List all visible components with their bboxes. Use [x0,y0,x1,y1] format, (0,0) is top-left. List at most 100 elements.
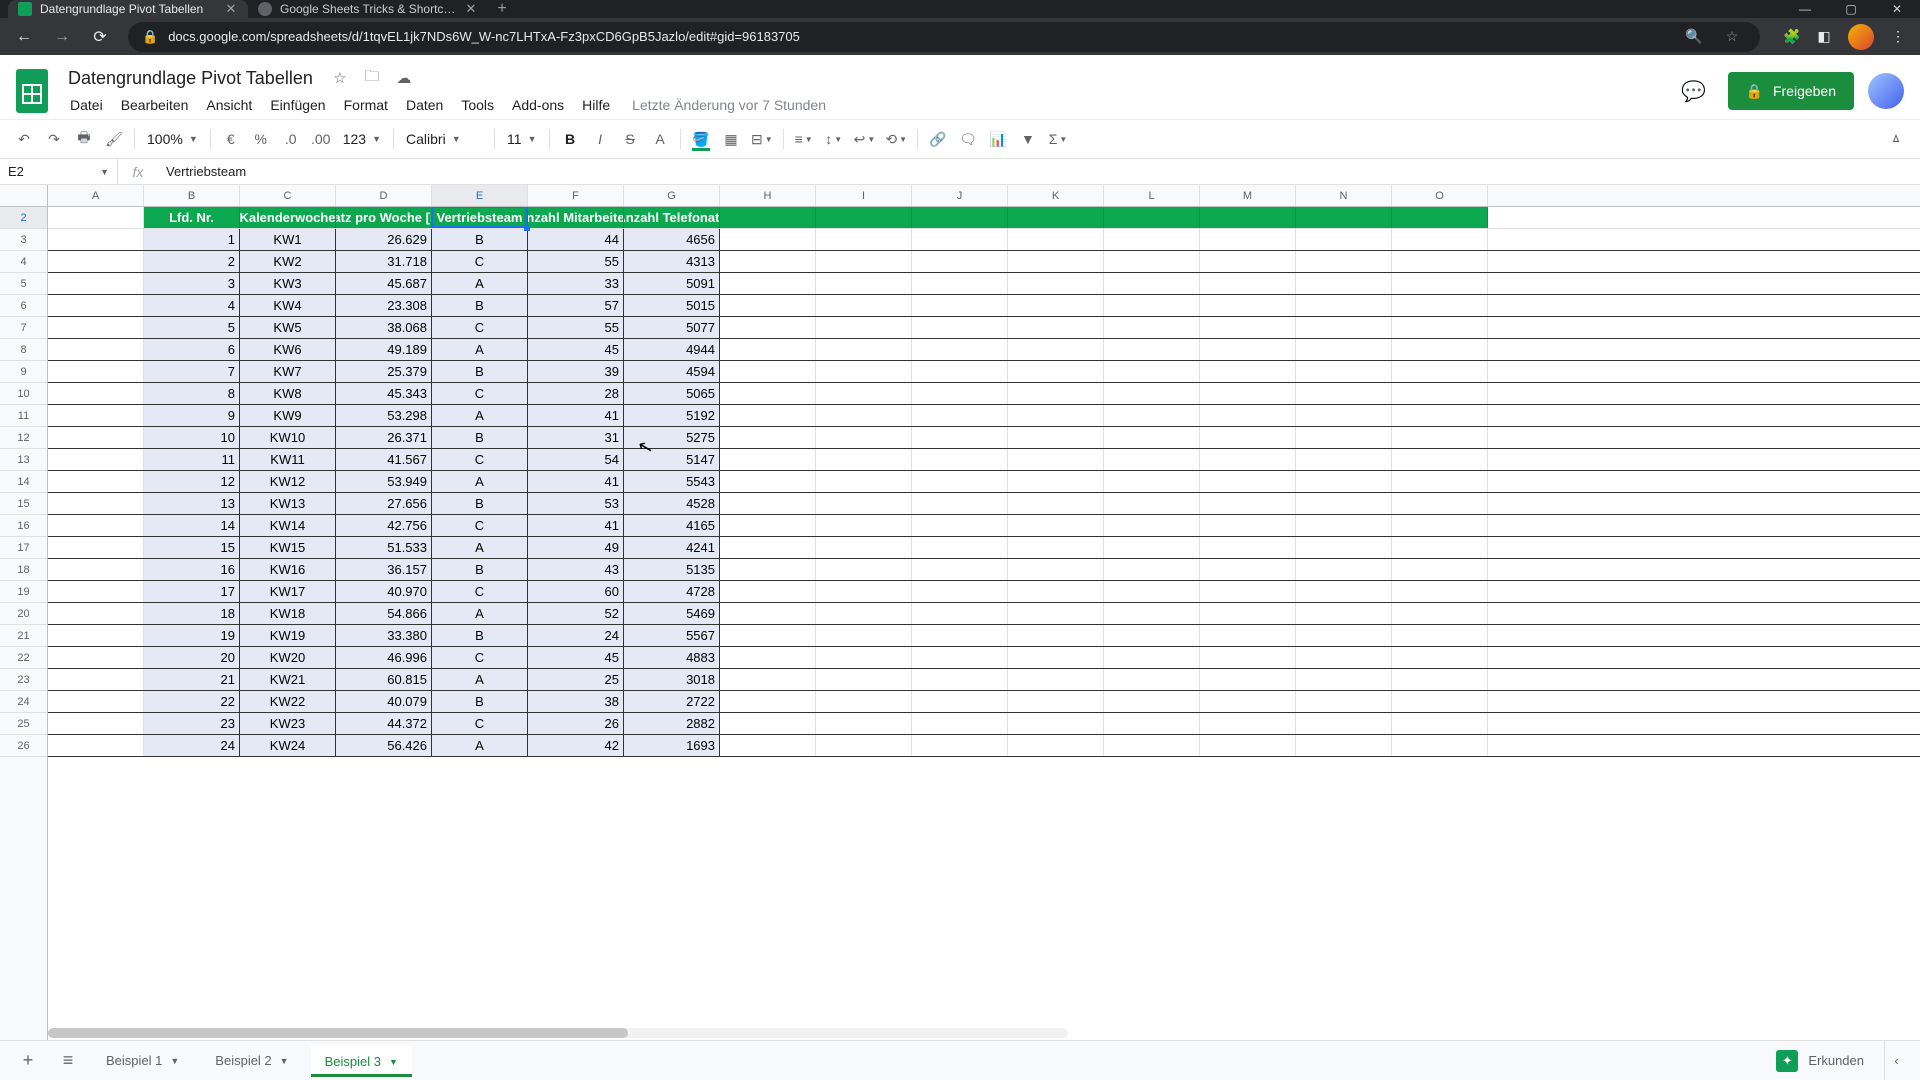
cell[interactable] [48,273,144,294]
cell-team[interactable]: A [432,273,528,294]
column-header-C[interactable]: C [240,185,336,206]
row-header-16[interactable]: 16 [0,515,47,537]
cell-team[interactable]: A [432,471,528,492]
cell-umsatz[interactable]: 54.866 [336,603,432,624]
cell[interactable] [48,625,144,646]
cell[interactable] [1392,581,1488,602]
cell[interactable] [48,537,144,558]
cell[interactable] [1200,647,1296,668]
cell[interactable] [1104,207,1200,228]
cell-kw[interactable]: KW14 [240,515,336,536]
cell-telefonate[interactable]: 5077 [624,317,720,338]
cell[interactable] [1200,735,1296,756]
cell[interactable] [816,427,912,448]
header-umsatz[interactable]: atz pro Woche [I [336,207,432,228]
cell[interactable] [1104,581,1200,602]
cell[interactable] [1200,691,1296,712]
cell-lfdnr[interactable]: 10 [144,427,240,448]
cell[interactable] [720,691,816,712]
cell[interactable] [1392,537,1488,558]
cell[interactable] [1200,405,1296,426]
cell[interactable] [816,405,912,426]
row-header-22[interactable]: 22 [0,647,47,669]
cell-umsatz[interactable]: 60.815 [336,669,432,690]
cell[interactable] [1008,361,1104,382]
cell[interactable] [912,515,1008,536]
extension-icon[interactable]: ◧ [1810,23,1838,51]
cell[interactable] [816,493,912,514]
header-telefonate[interactable]: Anzahl Telefonate [624,207,720,228]
menu-daten[interactable]: Daten [398,93,451,117]
cell-telefonate[interactable]: 5147 [624,449,720,470]
cell[interactable] [1200,669,1296,690]
cell[interactable] [48,229,144,250]
row-header-26[interactable]: 26 [0,735,47,757]
cell[interactable] [816,735,912,756]
cell-umsatz[interactable]: 23.308 [336,295,432,316]
cell[interactable] [816,449,912,470]
cell[interactable] [912,581,1008,602]
menu-tools[interactable]: Tools [453,93,502,117]
cell[interactable] [816,361,912,382]
cell[interactable] [1104,493,1200,514]
cell[interactable] [1296,273,1392,294]
cell-mitarbeiter[interactable]: 49 [528,537,624,558]
column-header-G[interactable]: G [624,185,720,206]
cell-lfdnr[interactable]: 12 [144,471,240,492]
menu-ansicht[interactable]: Ansicht [198,93,260,117]
column-header-J[interactable]: J [912,185,1008,206]
cell[interactable] [48,295,144,316]
cell[interactable] [1104,669,1200,690]
cell[interactable] [1008,713,1104,734]
star-icon[interactable]: ☆ [329,67,351,89]
cell[interactable] [1200,713,1296,734]
cell[interactable] [1200,581,1296,602]
text-color-button[interactable]: A [646,125,674,153]
cell-kw[interactable]: KW22 [240,691,336,712]
cell-team[interactable]: A [432,537,528,558]
italic-button[interactable]: I [586,125,614,153]
cell[interactable] [1008,669,1104,690]
cell[interactable] [1008,735,1104,756]
cell-umsatz[interactable]: 45.343 [336,383,432,404]
reload-button[interactable]: ⟳ [84,21,116,53]
merge-cells-button[interactable]: ⊟▼ [747,125,777,153]
cell[interactable] [816,537,912,558]
cell-team[interactable]: B [432,229,528,250]
column-header-F[interactable]: F [528,185,624,206]
header-kalenderwoche[interactable]: Kalenderwoche [240,207,336,228]
cell-telefonate[interactable]: 4944 [624,339,720,360]
sheet-tab-beispiel-3[interactable]: Beispiel 3▼ [311,1045,412,1077]
cell[interactable] [48,317,144,338]
cell-mitarbeiter[interactable]: 33 [528,273,624,294]
cell[interactable] [1296,537,1392,558]
cell[interactable] [816,515,912,536]
name-box[interactable]: E2 ▼ [0,159,118,184]
spreadsheet-grid[interactable]: ABCDEFGHIJKLMNO 234567891011121314151617… [0,185,1920,1040]
cell[interactable] [1392,317,1488,338]
cell-telefonate[interactable]: 4656 [624,229,720,250]
cell-kw[interactable]: KW8 [240,383,336,404]
cell[interactable] [1296,405,1392,426]
maximize-button[interactable]: ▢ [1828,0,1874,18]
cell-mitarbeiter[interactable]: 52 [528,603,624,624]
row-header-25[interactable]: 25 [0,713,47,735]
cell-team[interactable]: B [432,691,528,712]
cell[interactable] [1008,625,1104,646]
cell[interactable] [816,295,912,316]
cell[interactable] [1392,427,1488,448]
cell[interactable] [1296,647,1392,668]
cell[interactable] [1104,449,1200,470]
cell[interactable] [1296,229,1392,250]
cell[interactable] [1200,295,1296,316]
cell-umsatz[interactable]: 26.629 [336,229,432,250]
cell[interactable] [1008,493,1104,514]
fill-handle[interactable] [524,225,530,231]
cell-telefonate[interactable]: 5192 [624,405,720,426]
cell-telefonate[interactable]: 5065 [624,383,720,404]
cell[interactable] [48,515,144,536]
cell-umsatz[interactable]: 53.949 [336,471,432,492]
cell-telefonate[interactable]: 5275 [624,427,720,448]
cell[interactable] [1104,405,1200,426]
cell[interactable] [48,427,144,448]
